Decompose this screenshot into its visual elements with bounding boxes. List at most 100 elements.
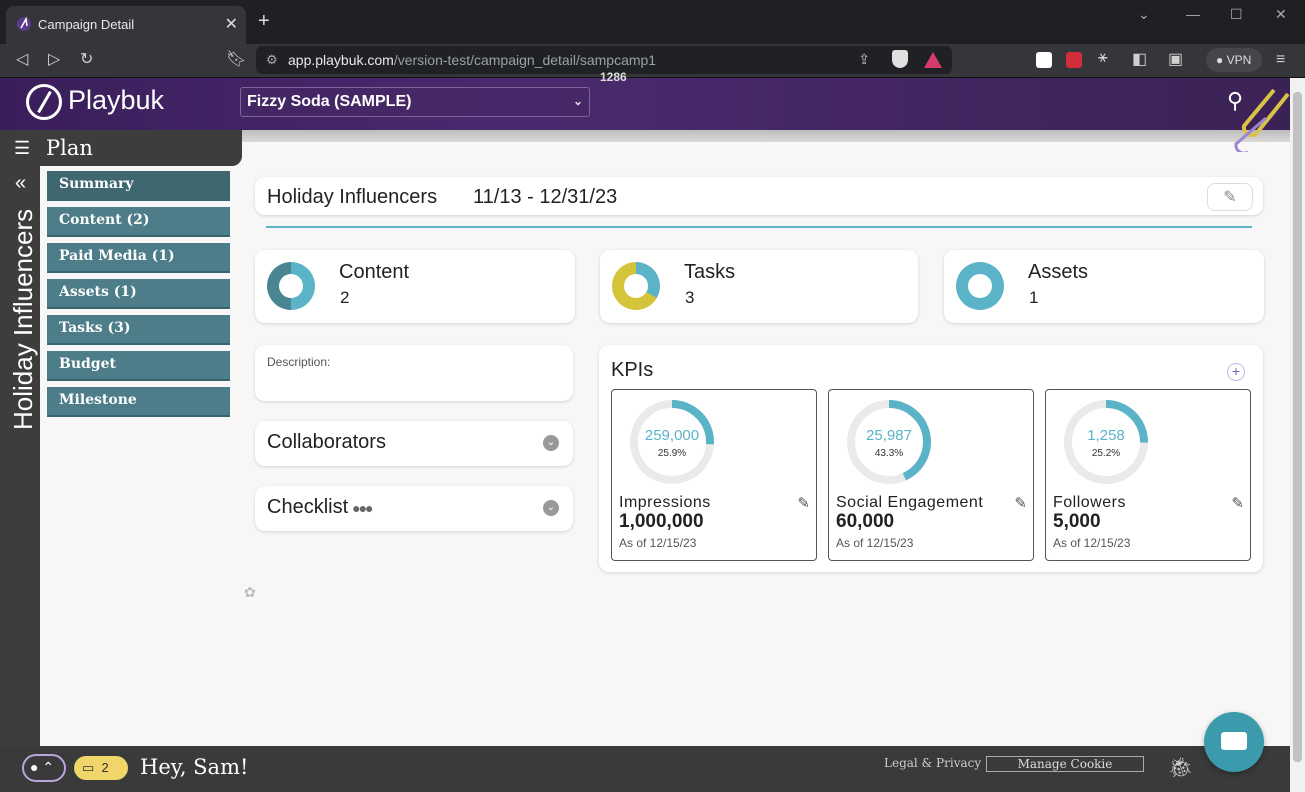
assets-stat-label: Assets [1028, 261, 1089, 283]
sidebar-menu: Summary Content (2) Paid Media (1) Asset… [47, 171, 230, 423]
logo-mark-icon [26, 84, 62, 120]
url-host: app.playbuk.com [288, 52, 394, 68]
sidebar-item-tasks[interactable]: Tasks (3) [47, 315, 230, 345]
assets-donut-chart [956, 262, 1004, 310]
inbox-icon: ▭ [82, 760, 95, 775]
sidebar-item-summary[interactable]: Summary [47, 171, 230, 201]
kpi-percent: 43.3% [874, 448, 904, 459]
share-icon[interactable]: ⇪ [858, 51, 870, 68]
kpi-percent: 25.9% [657, 448, 687, 459]
hamburger-icon[interactable]: ☰ [14, 138, 30, 159]
assets-stat-value: 1 [1029, 288, 1039, 307]
brave-rewards-icon[interactable] [924, 52, 942, 68]
campaign-name: Holiday Influencers [267, 186, 438, 208]
new-tab-icon[interactable]: + [258, 10, 270, 33]
inbox-count: 2 [101, 760, 109, 775]
campaign-select-value: Fizzy Soda (SAMPLE) [247, 93, 412, 110]
kpi-current-value: 259,000 [644, 427, 700, 444]
extension-icon[interactable] [1036, 52, 1052, 68]
sidebar-item-budget[interactable]: Budget [47, 351, 230, 381]
collaborators-label: Collaborators [267, 431, 386, 453]
campaign-vertical-title: Holiday Influencers [8, 208, 38, 430]
app-header [0, 78, 1290, 130]
kpi-as-of: As of 12/15/23 [1053, 536, 1131, 550]
vpn-label: VPN [1226, 53, 1252, 67]
kpi-card[interactable]: 1,258 25.2% Followers ✎ 5,000 As of 12/1… [1045, 389, 1251, 561]
kpi-current-value: 25,987 [866, 427, 912, 444]
edit-kpi-icon[interactable]: ✎ [1014, 494, 1027, 512]
extensions-icon[interactable]: ⚹ [1098, 49, 1108, 67]
minimize-icon[interactable]: — [1186, 6, 1200, 22]
legal-privacy-link[interactable]: Legal & Privacy [884, 756, 981, 770]
paperclip-icon [1234, 88, 1290, 152]
kpi-card[interactable]: 259,000 25.9% Impressions ✎ 1,000,000 As… [611, 389, 817, 561]
description-field[interactable]: Description: [255, 345, 573, 401]
kpis-title: KPIs [611, 359, 654, 381]
content-stat-card[interactable]: Content 2 [255, 250, 575, 323]
tab-title: Campaign Detail [38, 17, 135, 32]
checklist-accordion[interactable]: Checklist ●●● ⌄ [255, 486, 573, 531]
assets-stat-card[interactable]: Assets 1 [944, 250, 1264, 323]
chevron-down-icon[interactable]: ⌄ [1138, 6, 1150, 23]
plan-label: Plan [46, 136, 93, 160]
maximize-icon[interactable]: ☐ [1230, 6, 1243, 23]
kpi-goal: 5,000 [1053, 511, 1101, 532]
greeting: Hey, Sam! [140, 755, 249, 779]
sidebar-item-content[interactable]: Content (2) [47, 207, 230, 237]
wallet-icon[interactable]: ▣ [1168, 49, 1183, 69]
chevron-up-icon: ⌃ [42, 759, 55, 775]
collapse-sidebar-icon[interactable]: « [15, 172, 26, 195]
title-underline [266, 226, 1252, 228]
browser-tabbar: Campaign Detail ✕ + ⌄ — ☐ ✕ [0, 0, 1305, 44]
close-tab-icon[interactable]: ✕ [225, 14, 238, 34]
chevron-down-icon: ⌄ [572, 94, 583, 108]
brave-shield-icon[interactable] [892, 50, 908, 68]
sidebar-toggle-icon[interactable]: ◧ [1132, 49, 1147, 69]
edit-kpi-icon[interactable]: ✎ [1231, 494, 1244, 512]
edit-icon: ✎ [1223, 189, 1237, 206]
leaf-icon: ✿ [244, 584, 256, 600]
checklist-label: Checklist [267, 496, 349, 518]
add-kpi-button[interactable]: + [1227, 363, 1245, 381]
tasks-stat-card[interactable]: Tasks 3 [600, 250, 918, 323]
kpi-card[interactable]: 25,987 43.3% Social Engagement ✎ 60,000 … [828, 389, 1034, 561]
kpi-as-of: As of 12/15/23 [619, 536, 697, 550]
chevron-down-icon[interactable]: ⌄ [543, 500, 559, 516]
reload-icon[interactable]: ↻ [80, 49, 93, 69]
plan-tab[interactable]: ☰ Plan [0, 130, 242, 166]
chevron-down-icon[interactable]: ⌄ [543, 435, 559, 451]
back-icon[interactable]: ◁ [16, 49, 28, 69]
header-number: 1286 [600, 70, 627, 84]
extension-badge-icon[interactable] [1066, 52, 1082, 68]
app-footer: ● ⌃ ▭ 2 Hey, Sam! Legal & Privacy Manage… [0, 746, 1290, 792]
user-icon: ● [30, 759, 39, 775]
playbuk-logo[interactable]: Playbuk [26, 84, 164, 120]
browser-tab[interactable]: Campaign Detail ✕ [6, 6, 246, 44]
vpn-button[interactable]: ● VPN [1206, 48, 1262, 72]
menu-icon[interactable]: ≡ [1276, 51, 1285, 69]
scrollbar-thumb[interactable] [1293, 92, 1302, 762]
sidebar-item-paid-media[interactable]: Paid Media (1) [47, 243, 230, 273]
tasks-stat-value: 3 [685, 288, 695, 307]
kpi-goal: 60,000 [836, 511, 895, 532]
kpi-name: Impressions [619, 494, 711, 511]
chat-bubble-button[interactable] [1204, 712, 1264, 772]
inbox-button[interactable]: ▭ 2 [74, 756, 128, 780]
site-info-icon[interactable]: ⚙ [266, 52, 278, 68]
close-window-icon[interactable]: ✕ [1275, 6, 1287, 23]
forward-icon[interactable]: ▷ [48, 49, 60, 69]
edit-kpi-icon[interactable]: ✎ [797, 494, 810, 512]
campaign-dates: 11/13 - 12/31/23 [473, 186, 618, 208]
sidebar-item-milestone[interactable]: Milestone [47, 387, 230, 417]
collaborators-accordion[interactable]: Collaborators ⌄ [255, 421, 573, 466]
user-menu-button[interactable]: ● ⌃ [22, 754, 66, 782]
bug-report-icon[interactable]: 🐞︎ [1168, 755, 1193, 780]
playbuk-favicon-icon [17, 16, 31, 31]
page-scrollbar[interactable] [1290, 78, 1305, 792]
campaign-title-bar: Holiday Influencers 11/13 - 12/31/23 ✎ [255, 177, 1263, 215]
sidebar-item-assets[interactable]: Assets (1) [47, 279, 230, 309]
edit-campaign-button[interactable]: ✎ [1207, 183, 1253, 211]
campaign-select[interactable]: Fizzy Soda (SAMPLE) ⌄ [240, 87, 590, 117]
manage-cookie-button[interactable]: Manage Cookie [986, 756, 1144, 772]
bookmark-icon[interactable]: 🔖︎ [226, 49, 246, 69]
